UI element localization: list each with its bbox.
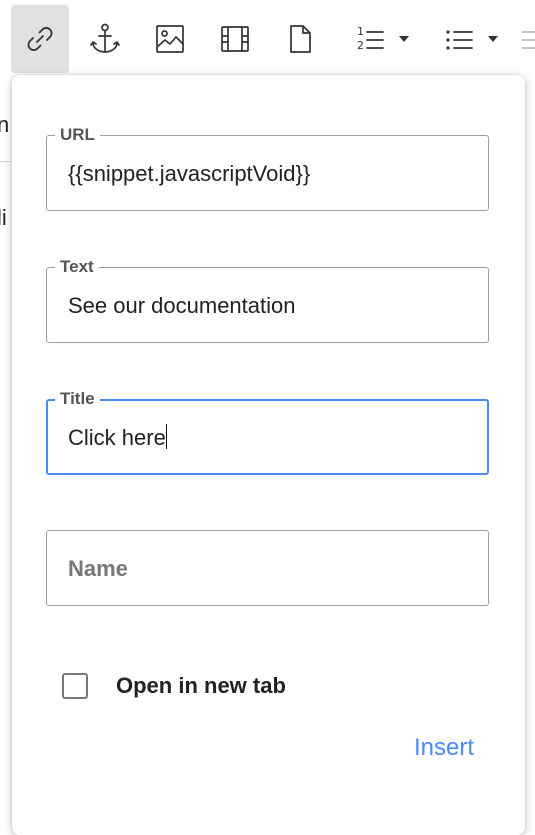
- more-button[interactable]: [522, 5, 535, 73]
- link-button[interactable]: [11, 5, 69, 73]
- file-icon: [283, 22, 317, 56]
- svg-text:2: 2: [357, 39, 364, 52]
- name-input-placeholder[interactable]: Name: [68, 555, 128, 583]
- editor-toolbar: 1 2: [0, 0, 535, 74]
- text-field[interactable]: Text See our documentation: [46, 257, 489, 343]
- url-input[interactable]: {{snippet.javascriptVoid}}: [68, 160, 310, 188]
- title-field[interactable]: Title Click here: [46, 389, 489, 475]
- ordered-list-icon: 1 2: [353, 22, 387, 56]
- text-cursor: [165, 424, 167, 449]
- title-input-value: Click here: [68, 425, 166, 450]
- file-button[interactable]: [280, 5, 320, 73]
- text-field-label: Text: [55, 257, 99, 277]
- text-input[interactable]: See our documentation: [68, 292, 296, 320]
- title-field-label: Title: [55, 389, 100, 409]
- film-icon: [218, 22, 252, 56]
- editor-text-fragment: n: [0, 112, 10, 137]
- bullet-list-icon: [442, 22, 476, 56]
- link-dialog: URL {{snippet.javascriptVoid}} Text See …: [12, 75, 525, 835]
- editor-text-fragment: li: [0, 205, 7, 230]
- chevron-down-icon: [488, 36, 498, 42]
- indent-icon: [522, 22, 535, 56]
- url-field[interactable]: URL {{snippet.javascriptVoid}}: [46, 125, 489, 211]
- link-icon: [23, 22, 57, 56]
- chevron-down-icon: [399, 36, 409, 42]
- anchor-button[interactable]: [85, 5, 125, 73]
- insert-button[interactable]: Insert: [414, 734, 474, 762]
- video-button[interactable]: [215, 5, 255, 73]
- bullet-list-button[interactable]: [435, 5, 505, 73]
- image-button[interactable]: [150, 5, 190, 73]
- image-icon: [153, 22, 187, 56]
- divider: [0, 161, 11, 162]
- svg-text:1: 1: [357, 25, 364, 38]
- anchor-icon: [87, 21, 123, 57]
- url-field-label: URL: [55, 125, 100, 145]
- title-input[interactable]: Click here: [68, 424, 167, 452]
- open-in-new-tab-label[interactable]: Open in new tab: [116, 673, 286, 699]
- name-field[interactable]: Name: [46, 530, 489, 606]
- open-in-new-tab-checkbox[interactable]: [62, 673, 88, 699]
- ordered-list-button[interactable]: 1 2: [346, 5, 416, 73]
- open-in-new-tab-option[interactable]: Open in new tab: [62, 671, 286, 701]
